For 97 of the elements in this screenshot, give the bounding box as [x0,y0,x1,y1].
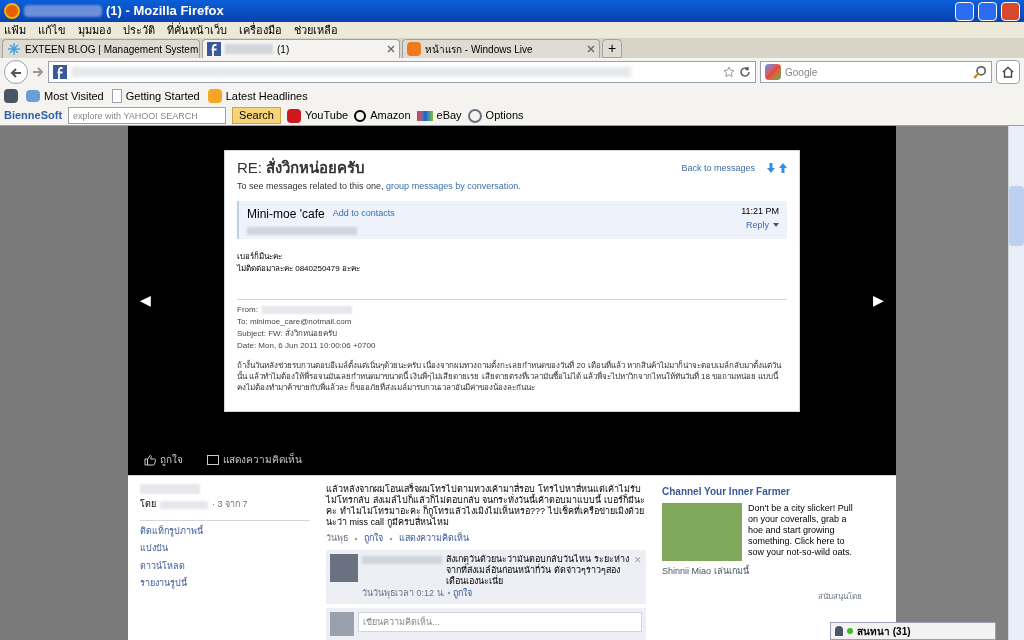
by-label: โดย [140,498,156,511]
action-link[interactable]: แสดงความคิดเห็น [223,452,302,467]
snowflake-icon [7,42,21,56]
quoted-header: Subject: FW: สั่งวิกหน่อยครับ [237,328,338,340]
comment-text: สังเกตุวันด้วยนะว่ามันตอบกลับวันไหน ระยะห่างจากที่ส่งเมล์อันก่อนหน้ากี่วัน ตัดจ่าวๆราวๆสองเดือนเองนะเนี่ย [446,553,630,587]
blurred-name [160,500,208,509]
scrollbar-thumb[interactable] [1009,186,1024,246]
back-button[interactable] [4,60,28,84]
ad-text: Don't be a city slicker! Pull on your coveralls, grab a hoe and start growing something. Click here to sow your not-so-wild oats. [748,503,854,559]
post-day: วันพุธ [326,532,348,546]
comment-input[interactable]: เขียนความคิดเห็น... [358,612,642,632]
like-link[interactable]: ถูกใจ [453,586,473,600]
speech-bubble-icon [207,454,219,465]
minimize-button[interactable] [955,1,974,21]
photo-action-link[interactable]: ดาวน์โหลด [140,559,310,573]
avatar-placeholder [330,553,358,582]
photo-action-link[interactable]: รายงานรูปนี้ [140,577,310,591]
search-button[interactable]: Search [232,107,281,124]
quoted-header: From: [237,304,787,316]
menu-item[interactable]: แก้ไข [38,21,66,39]
toolbar-link[interactable]: Options [485,107,524,124]
blurred-name [140,484,200,494]
comment-time: วันวันพุธเวลา 0:12 น. [362,586,446,600]
add-contact-link[interactable]: Add to contacts [332,207,395,221]
message-line: เบอร์ก็มีนะคะ [237,251,283,263]
yahoo-search-field[interactable]: explore with YAHOO! SEARCH [68,107,227,124]
toolbar-link[interactable]: YouTube [304,107,349,124]
down-arrow-icon[interactable] [767,163,775,174]
bookmark-link[interactable]: Latest Headlines [225,87,308,105]
caret-icon[interactable] [773,223,779,228]
sender-name: Mini-moe 'cafe [247,206,325,223]
avatar-placeholder [330,612,354,636]
message-time: 11:21 PM [741,205,779,218]
search-field[interactable]: Google [760,61,992,83]
browser-tab[interactable]: (1) [202,39,400,58]
back-arrow-icon [10,67,22,80]
previous-button[interactable]: ◀ [140,290,151,311]
next-button[interactable]: ▶ [873,290,884,311]
like-link[interactable]: ถูกใจ [364,532,383,546]
toolbar-link[interactable]: eBay [436,107,462,124]
sponsor-label: สนับสนุนโดย [818,590,862,603]
menu-item[interactable]: ประวัติ [123,21,155,39]
separator-dot [447,591,452,596]
toolbar-link[interactable]: Amazon [370,107,411,124]
tab-title: หน้าแรก - Windows Live [425,42,533,57]
close-icon[interactable] [387,45,395,53]
tab-title: (1) [277,42,290,57]
menu-item[interactable]: มุมมอง [78,21,111,39]
reload-icon[interactable] [739,66,751,78]
page-icon [111,89,122,103]
maximize-button[interactable] [978,1,997,21]
quoted-header: To: minimoe_care@notmail.com [237,316,353,328]
conversation-link[interactable]: group messages by conversation. [386,180,521,191]
reply-link[interactable]: Reply [746,218,769,232]
star-icon[interactable] [723,66,735,78]
menu-item[interactable]: เครื่องมือ [239,21,282,39]
ad-caption: Shinnii Miao เล่นเกมนี้ [662,565,750,578]
photo-count: · 3 จาก 7 [212,498,248,511]
email-subject: RE: สั่งวิกหน่อยครับ [237,157,366,178]
home-button[interactable] [996,60,1020,84]
chat-bar[interactable]: สนทนา (31) [830,622,996,640]
up-arrow-icon[interactable] [779,163,787,174]
photo-action-link[interactable]: ติดแท็กรูปภาพนี้ [140,524,310,538]
close-button[interactable] [1001,1,1020,21]
ad-title[interactable]: Channel Your Inner Farmer [662,484,862,499]
hint-text: To see messages related to this one, [237,180,384,191]
person-icon [835,626,843,636]
browser-tab[interactable]: หน้าแรก - Windows Live [402,39,600,58]
menu-item[interactable]: แฟ้ม [4,21,26,39]
home-icon [1002,66,1014,78]
facebook-logo-icon [53,65,67,79]
comment-link[interactable]: แสดงความคิดเห็น [399,532,469,546]
new-tab-button[interactable]: + [602,39,622,58]
window-title: (1) - Mozilla Firefox [106,2,224,21]
message-line: ไม่ติดต่อมาละคะ 0840250479 อะคะ [237,263,361,275]
photo-action-link[interactable]: แบ่งปัน [140,542,310,556]
bookmark-link[interactable]: Getting Started [125,87,200,105]
search-icon [973,65,987,79]
brand-label: BienneSoft [4,108,63,124]
folder-icon [26,90,40,102]
action-link[interactable]: ถูกใจ [160,452,183,467]
chat-label: สนทนา (31) [857,624,911,639]
close-icon[interactable] [587,45,595,53]
quoted-header: Date: Mon, 6 Jun 2011 10:00:06 +0700 [237,340,377,352]
menu-item[interactable]: ช่วยเหลือ [294,21,338,39]
back-link[interactable]: Back to messages [681,161,755,175]
blurred-name [225,44,273,54]
menu-item[interactable]: ที่คั่นหน้าเว็บ [167,21,227,39]
thumbs-up-icon [144,453,156,466]
post-text: แล้วหลังจากผมโอนเสร็จผมโทรไปตามทวงเค้ามาสี่รอบ โทรไปหาสี่หนแต่เค้าไม่รับ ไม่โทรกลับ ส่งเมล์ไปก็แล้วก็ไม่ตอบกลับ จนกระทั่งวันนี้เค้าตอบมาแบบนี้ เบอร์ก็มีนะคะ ทำไมไม่โทรมาอะคะ ก็กูโทรแล้วไงเมิงไม่เห็นหรอ??? ไปเช็คที่เครือข่ายเมิงด้วยนะว่า miss call กูมีครบสี่หนไหม [326,484,646,528]
search-input[interactable]: Google [785,64,969,80]
browser-tab[interactable]: EXTEEN BLOG | Management System [2,39,200,58]
quoted-text: ถ้างั้นวันหลังช่วยรบกวนตอบอีเมล์ตั้งแต่เนิ่นๆด้วยนะครับ เนื่องจากผมทวงถามตั้งกะเลยกำหนดของวันที่ 20 เดือนที่แล้ว หากสินค้าไม่มาก็น่าจะตอบเมล์กลับมาตั้งแต่วันนั้น แล้วทำไมต้องให้พี่รอจนมันเลยกำหนดมาขนาดนี้ เงินพี่ๆไม่เสียดายเรย เสียดายตรงที่เวลามันซื้อไม่ได้ แล้วพี่จะไปหาวิกจากไหนให้ทันวันที่ 18 ขอถามหน่อย แบบนี้คงไม่ต้องทำมาค้าขายกับพี่แล้วละ ก็ขออภัยที่ส่งเมล์มารบกวนเวลาอันมีค่าของน้องละกันนะ [237,360,783,393]
facebook-logo-icon [207,42,221,56]
forward-arrow-icon[interactable] [32,66,44,78]
bookmark-link[interactable]: Most Visited [44,87,104,105]
tab-title: EXTEEN BLOG | Management System [25,42,199,57]
